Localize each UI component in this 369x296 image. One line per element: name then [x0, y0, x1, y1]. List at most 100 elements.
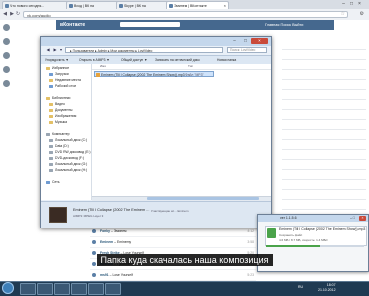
minimize-icon[interactable]: –: [340, 1, 347, 7]
url-input[interactable]: vk.com/audio: [23, 11, 348, 18]
side-circle-icon[interactable]: [3, 24, 10, 31]
nav-item-video[interactable]: Видео: [48, 102, 65, 107]
details-meta: Участвующие ис... Eminem: [151, 209, 189, 213]
taskbar-app-button[interactable]: [20, 283, 36, 295]
dvd-drive-icon: [49, 151, 53, 154]
list-item[interactable]: [282, 170, 366, 180]
network-icon: [46, 181, 50, 184]
taskbar-app-button[interactable]: [105, 283, 121, 295]
list-item[interactable]: [282, 70, 366, 80]
drive-icon: [49, 145, 53, 148]
file-row-selected[interactable]: Eminem (Till I Collapse (2002 The Eminem…: [94, 71, 214, 77]
details-title: Eminem (Till I Collapse (2002 The Eminem…: [73, 208, 150, 212]
close-icon[interactable]: ×: [251, 38, 268, 44]
nav-item-drive-e[interactable]: DVD RW дисковод (E:): [48, 150, 91, 155]
new-folder-button[interactable]: Новая папка: [217, 56, 236, 64]
minimize-icon[interactable]: –: [229, 38, 240, 44]
music-icon: [49, 121, 53, 124]
wrench-icon[interactable]: ⚙: [360, 11, 364, 17]
nav-item-network[interactable]: Сеть: [45, 180, 60, 185]
reload-icon[interactable]: ↻: [15, 11, 21, 17]
nav-item-documents[interactable]: Документы: [48, 108, 72, 113]
close-icon[interactable]: ×: [356, 1, 363, 7]
close-icon[interactable]: ×: [359, 216, 366, 221]
favicon-icon: [119, 4, 123, 8]
vk-search-input[interactable]: [120, 22, 180, 27]
minimize-icon[interactable]: – □: [347, 216, 358, 221]
list-item[interactable]: [282, 180, 366, 190]
maximize-icon[interactable]: □: [348, 1, 355, 7]
language-indicator[interactable]: RU: [298, 285, 303, 289]
chevron-down-icon[interactable]: ▾: [58, 46, 64, 53]
play-icon[interactable]: [92, 229, 96, 233]
column-name-header[interactable]: Имя: [100, 64, 106, 69]
list-item[interactable]: [282, 150, 366, 160]
play-icon[interactable]: [92, 240, 96, 244]
list-item[interactable]: [282, 50, 366, 60]
file-list-pane: [92, 64, 271, 200]
side-circle-icon[interactable]: [3, 80, 10, 87]
share-button[interactable]: Общий доступ ▼: [121, 56, 147, 64]
nav-item-drive-d[interactable]: Data (D:): [48, 144, 69, 149]
column-type-header[interactable]: Тип: [188, 64, 193, 69]
nav-item-desktop[interactable]: Рабочий стол: [48, 84, 76, 89]
search-input[interactable]: Поиск: LoviVideo: [227, 47, 267, 53]
side-circle-icon[interactable]: [3, 52, 10, 59]
breadcrumb[interactable]: ▸ Пользователи ▸ Admin ▸ Мои документы ▸…: [65, 47, 223, 53]
favicon-icon: [5, 4, 9, 8]
vk-logo[interactable]: вКонтакте: [60, 21, 85, 29]
image-icon: [49, 115, 53, 118]
album-art-thumbnail: [49, 207, 67, 223]
play-icon[interactable]: [92, 273, 96, 277]
list-item[interactable]: [282, 110, 366, 120]
nav-item-favorites[interactable]: Избранное: [45, 66, 69, 71]
taskbar-app-button[interactable]: [37, 283, 53, 295]
video-subtitle: Папка куда скачалась наша композиция: [0, 254, 369, 266]
download-progress-fill: [266, 245, 320, 247]
open-with-button[interactable]: Открыть в AIMP3 ▼: [79, 56, 110, 64]
nav-item-recent[interactable]: Недавние места: [48, 78, 81, 83]
nav-item-downloads[interactable]: Загрузки: [48, 72, 69, 77]
maximize-icon[interactable]: □: [240, 38, 251, 44]
nav-item-libraries[interactable]: Библиотеки: [45, 96, 70, 101]
nav-item-drive-h[interactable]: Локальный диск (H:): [48, 168, 87, 173]
side-circle-icon[interactable]: [3, 38, 10, 45]
list-item[interactable]: [282, 200, 366, 210]
start-button[interactable]: [2, 282, 14, 294]
taskbar-app-button[interactable]: [71, 283, 87, 295]
audio-row[interactable]: Eminem – Eminemy 3:58: [90, 237, 256, 248]
nav-item-drive-g[interactable]: Локальный диск (G:): [48, 162, 87, 167]
column-headers: Имя Тип: [92, 64, 271, 70]
list-item[interactable]: [282, 160, 366, 170]
list-item[interactable]: [282, 80, 366, 90]
folder-icon: [49, 79, 53, 82]
bookmark-star-icon[interactable]: ☆: [341, 11, 345, 17]
list-item[interactable]: [282, 190, 366, 200]
system-clock[interactable]: 18:07 21.10.2012: [318, 283, 336, 293]
vk-header-links[interactable]: Главная Поиск Выйти: [265, 21, 303, 29]
list-item[interactable]: [282, 40, 366, 50]
list-item[interactable]: [282, 90, 366, 100]
back-icon[interactable]: ◀: [45, 46, 51, 53]
side-circle-icon[interactable]: [3, 66, 10, 73]
scrollbar-thumb[interactable]: [147, 197, 259, 200]
taskbar-app-button[interactable]: [54, 283, 70, 295]
organize-button[interactable]: Упорядочить ▼: [45, 56, 69, 64]
desktop-icon: [49, 85, 53, 88]
nav-item-drive-f[interactable]: DVD-дисковод (F:): [48, 156, 84, 161]
list-item[interactable]: [282, 140, 366, 150]
burn-button[interactable]: Записать на оптический диск: [155, 56, 200, 64]
nav-item-images[interactable]: Изображения: [48, 114, 76, 119]
list-item[interactable]: [282, 120, 366, 130]
list-item[interactable]: [282, 100, 366, 110]
star-icon: [46, 67, 50, 70]
nav-item-drive-c[interactable]: Локальный диск (C:): [48, 138, 87, 143]
nav-item-computer[interactable]: Компьютер: [45, 132, 70, 137]
list-item[interactable]: [282, 60, 366, 70]
list-item[interactable]: [282, 130, 366, 140]
nav-item-music[interactable]: Музыка: [48, 120, 67, 125]
taskbar-app-button[interactable]: [88, 283, 104, 295]
back-icon[interactable]: ◀: [2, 11, 8, 17]
favicon-icon: [69, 4, 73, 8]
audio-row[interactable]: ms91 – Lose Yourself 5:23: [90, 270, 256, 281]
